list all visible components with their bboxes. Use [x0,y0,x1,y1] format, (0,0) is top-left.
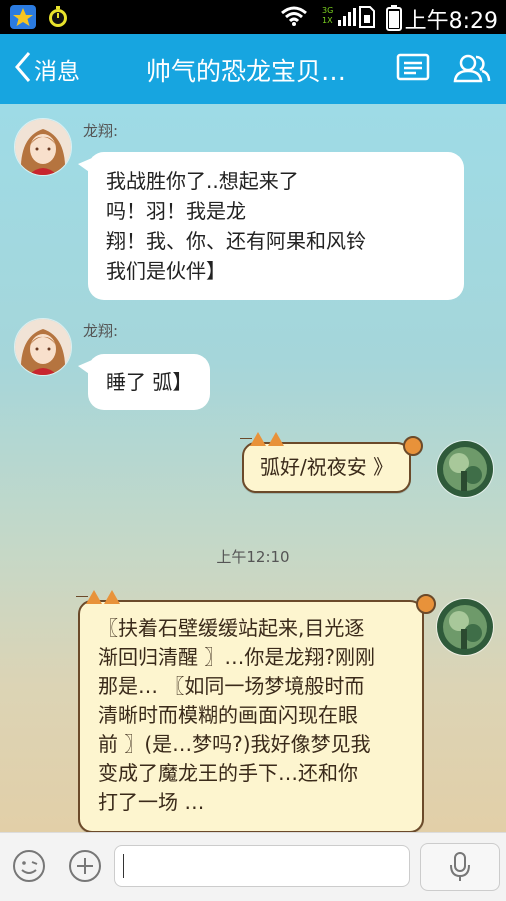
avatar[interactable] [436,440,494,498]
sim-icon [358,5,376,33]
status-time: 上午8:29 [404,9,498,34]
input-bar [0,832,506,901]
cat-ear-decoration [86,590,102,604]
group-members-icon[interactable] [452,52,492,88]
message-line: 弧好/祝夜安 》 [260,455,394,479]
voice-button[interactable] [420,843,500,891]
message-line: 吗！羽！我是龙 [106,199,246,223]
title-bar: 消息 帅气的恐龙宝贝… [0,34,506,104]
message-line: 〖扶着石壁缓缓站起来,目光逐 [98,616,365,640]
message-line: 我战胜你了..想起来了 [106,169,299,193]
message-bubble[interactable]: 〖扶着石壁缓缓站起来,目光逐 渐回归清醒 〗…你是龙翔?刚刚 那是… 〖如同一场… [76,590,436,832]
back-chevron-icon [14,51,32,87]
wifi-icon [280,5,308,31]
message-timestamp: 上午12:10 [216,548,290,566]
status-bar: 3G 1X 上午8:29 [0,0,506,34]
text-caret [123,854,124,878]
message-line: 翔！我、你、还有阿果和风铃 [106,229,366,253]
avatar[interactable] [436,598,494,656]
cat-tail-decoration [403,436,424,456]
stopwatch-icon [46,5,70,33]
cat-tail-decoration [416,594,436,614]
sender-name: 龙翔: [83,322,119,340]
message-line: 睡了 弧】 [106,370,193,394]
plus-icon[interactable] [68,849,101,882]
profile-card-icon[interactable] [396,52,430,86]
message-line: 渐回归清醒 〗…你是龙翔?刚刚 [98,645,375,669]
microphone-icon [448,851,472,887]
message-input[interactable] [114,845,410,887]
message-line: 打了一场 … [98,790,205,814]
message-bubble[interactable]: 睡了 弧】 [77,354,211,410]
message-line: 那是… 〖如同一场梦境般时而 [98,674,365,698]
cat-whisker-decoration [76,596,88,597]
back-label: 消息 [34,59,80,85]
cat-ear-decoration [104,590,120,604]
cat-ear-decoration [250,432,266,446]
cat-whisker-decoration [240,438,252,439]
battery-icon [386,5,402,35]
chat-title: 帅气的恐龙宝贝… [146,57,347,86]
message-bubble[interactable]: 我战胜你了..想起来了 吗！羽！我是龙 翔！我、你、还有阿果和风铃 我们是伙伴】 [78,152,464,300]
cat-ear-decoration [268,432,284,446]
avatar[interactable] [14,118,72,176]
message-line: 变成了魔龙王的手下…还和你 [98,761,358,785]
message-bubble[interactable]: 弧好/祝夜安 》 [240,432,424,493]
back-button[interactable]: 消息 [14,52,80,86]
sender-name: 龙翔: [83,122,119,140]
network-label: 3G 1X [322,6,334,25]
emoji-icon[interactable] [12,849,45,882]
avatar[interactable] [14,318,72,376]
message-line: 清晰时而模糊的画面闪现在眼 [98,703,358,727]
message-line: 我们是伙伴】 [106,259,226,283]
app-star-icon [10,5,36,33]
chat-area[interactable]: 龙翔: 我战胜你了..想起来了 吗！羽！我是龙 翔！我、你、还有阿果和风铃 我们… [0,104,506,832]
message-line: 前 〗(是…梦吗?)我好像梦见我 [98,732,371,756]
